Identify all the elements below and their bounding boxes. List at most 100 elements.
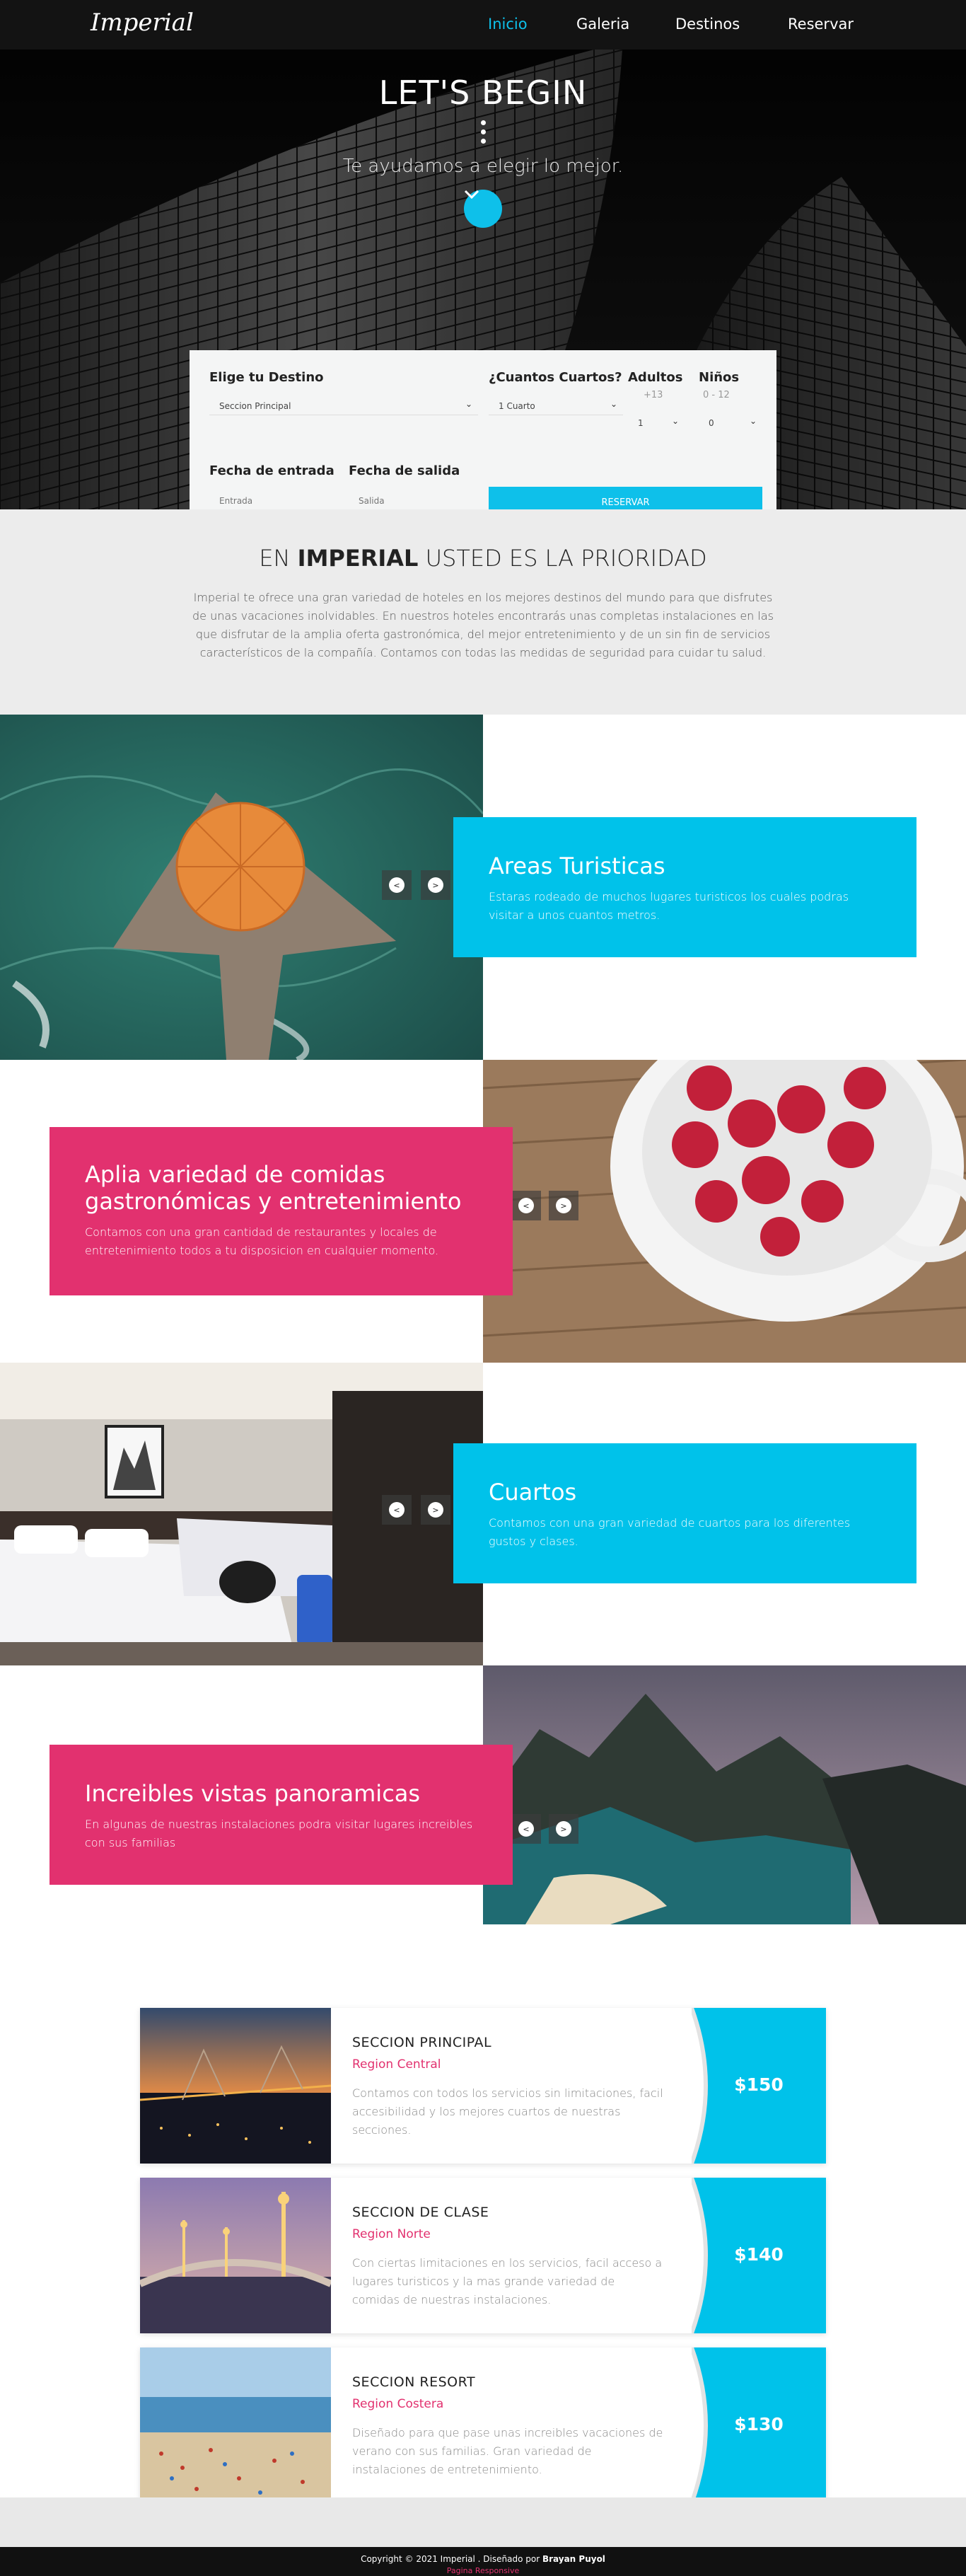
pricing-title: SECCION DE CLASE bbox=[352, 2205, 489, 2220]
entrada-date-input[interactable] bbox=[209, 490, 344, 509]
priority-title-brand: IMPERIAL bbox=[297, 545, 419, 572]
adultos-select-value: 1 bbox=[638, 418, 644, 428]
feature-image-room: < > bbox=[0, 1363, 483, 1665]
pricing-description: Contamos con todos los servicios sin lim… bbox=[352, 2086, 663, 2137]
carousel-next-button[interactable]: > bbox=[421, 870, 450, 900]
carousel-prev-button[interactable]: < bbox=[382, 870, 412, 900]
feature-card-cuartos: Cuartos Contamos con una gran variedad d… bbox=[453, 1443, 916, 1583]
chevron-down-icon: ⌄ bbox=[671, 416, 679, 426]
chevron-right-icon: > bbox=[556, 1198, 571, 1213]
hero-title: LET'S BEGIN bbox=[378, 74, 588, 112]
cuartos-select[interactable]: 1 Cuarto ⌄ bbox=[489, 395, 623, 415]
pricing-row[interactable]: SECCION RESORT Region Costera Diseñado p… bbox=[140, 2347, 826, 2503]
adultos-select[interactable]: 1 ⌄ bbox=[628, 412, 685, 432]
pricing-image-bridge-paris bbox=[140, 2178, 331, 2333]
chevron-down-icon: ⌄ bbox=[610, 399, 617, 409]
priority-title-pre: EN bbox=[259, 545, 298, 572]
chevron-down-icon: ⌄ bbox=[465, 399, 472, 409]
nav-link-inicio[interactable]: Inicio bbox=[488, 16, 528, 33]
chevron-right-icon: > bbox=[428, 877, 443, 893]
chevron-left-icon: < bbox=[518, 1821, 534, 1837]
feature-text: Estaras rodeado de muchos lugares turist… bbox=[489, 890, 849, 922]
carousel-next-button[interactable]: > bbox=[421, 1495, 450, 1525]
feature-text: Contamos con una gran cantidad de restau… bbox=[85, 1225, 439, 1257]
footer: Copyright © 2021 Imperial . Diseñado por… bbox=[0, 2547, 966, 2576]
chevron-down-icon: ⌄ bbox=[749, 416, 757, 426]
priority-text: Imperial te ofrece una gran variedad de … bbox=[192, 591, 774, 659]
ninos-hint: 0 - 12 bbox=[703, 390, 730, 400]
chevron-left-icon: < bbox=[389, 1502, 405, 1518]
priority-section: EN IMPERIAL USTED ES LA PRIORIDAD Imperi… bbox=[0, 509, 966, 715]
pricing-image-bridge-night bbox=[140, 2008, 331, 2164]
salida-label: Fecha de salida bbox=[349, 463, 460, 478]
destino-label: Elige tu Destino bbox=[209, 370, 324, 385]
carousel-next-button[interactable]: > bbox=[549, 1191, 578, 1220]
feature-image-pier: < > bbox=[0, 715, 483, 1060]
feature-title: Cuartos bbox=[489, 1479, 577, 1506]
destino-select-value: Seccion Principal bbox=[219, 401, 291, 411]
carousel-prev-button[interactable]: < bbox=[511, 1191, 541, 1220]
footer-credit[interactable]: Pagina Responsive bbox=[0, 2566, 966, 2575]
feature-image-raspberries: < > bbox=[483, 1060, 966, 1363]
hero-divider-dots bbox=[479, 120, 487, 148]
feature-title: Increibles vistas panoramicas bbox=[85, 1780, 421, 1807]
pricing-image-beach bbox=[140, 2347, 331, 2503]
feature-text: Contamos con una gran variedad de cuarto… bbox=[489, 1516, 851, 1548]
feature-title: Areas Turisticas bbox=[489, 853, 665, 879]
adultos-label: Adultos bbox=[628, 370, 683, 385]
pricing-row[interactable]: SECCION PRINCIPAL Region Central Contamo… bbox=[140, 2008, 826, 2164]
chevron-right-icon: > bbox=[556, 1821, 571, 1837]
chevron-left-icon: < bbox=[389, 877, 405, 893]
nav-link-galeria[interactable]: Galeria bbox=[576, 16, 629, 33]
nav-link-destinos[interactable]: Destinos bbox=[675, 16, 740, 33]
scroll-down-button[interactable] bbox=[464, 190, 502, 228]
feature-card-comidas: Aplia variedad de comidas gastronómicas … bbox=[50, 1127, 513, 1295]
priority-title: EN IMPERIAL USTED ES LA PRIORIDAD bbox=[0, 545, 966, 572]
pricing-section: SECCION PRINCIPAL Region Central Contamo… bbox=[0, 1924, 966, 2503]
reserve-button[interactable]: RESERVAR bbox=[489, 487, 762, 509]
booking-form: Elige tu Destino Seccion Principal ⌄ ¿Cua… bbox=[190, 350, 776, 509]
price-badge: $130 bbox=[692, 2347, 826, 2503]
feature-card-areas: Areas Turisticas Estaras rodeado de much… bbox=[453, 817, 916, 957]
pricing-description: Con ciertas limitaciones en los servicio… bbox=[352, 2256, 663, 2306]
destino-select[interactable]: Seccion Principal ⌄ bbox=[209, 395, 478, 415]
carousel-next-button[interactable]: > bbox=[549, 1814, 578, 1844]
price-amount: $140 bbox=[734, 2244, 784, 2265]
ninos-label: Niños bbox=[699, 370, 740, 385]
price-amount: $130 bbox=[734, 2414, 784, 2435]
brand-logo[interactable]: Imperial bbox=[91, 8, 194, 37]
nav-link-reservar[interactable]: Reservar bbox=[788, 16, 854, 33]
entrada-label: Fecha de entrada bbox=[209, 463, 334, 478]
price-badge: $140 bbox=[692, 2178, 826, 2333]
price-amount: $150 bbox=[734, 2074, 784, 2095]
chevron-down-icon bbox=[464, 190, 479, 200]
pricing-title: SECCION RESORT bbox=[352, 2374, 476, 2390]
pricing-region: Region Norte bbox=[352, 2227, 431, 2241]
hero-section: LET'S BEGIN Te ayudamos a elegir lo mejo… bbox=[0, 50, 966, 509]
cuartos-select-value: 1 Cuarto bbox=[499, 401, 535, 411]
chevron-left-icon: < bbox=[518, 1198, 534, 1213]
feature-title: Aplia variedad de comidas gastronómicas … bbox=[85, 1161, 462, 1215]
pricing-region: Region Costera bbox=[352, 2397, 444, 2411]
carousel-prev-button[interactable]: < bbox=[511, 1814, 541, 1844]
cuartos-label: ¿Cuantos Cuartos? bbox=[489, 370, 622, 385]
adultos-hint: +13 bbox=[644, 390, 663, 400]
pre-footer-band bbox=[0, 2497, 966, 2547]
carousel-prev-button[interactable]: < bbox=[382, 1495, 412, 1525]
feature-card-vistas: Increibles vistas panoramicas En algunas… bbox=[50, 1745, 513, 1885]
chevron-right-icon: > bbox=[428, 1502, 443, 1518]
ninos-select-value: 0 bbox=[709, 418, 714, 428]
hero-subtitle: Te ayudamos a elegir lo mejor. bbox=[342, 156, 624, 177]
salida-date-input[interactable] bbox=[349, 490, 483, 509]
navbar: Imperial Inicio Galeria Destinos Reserva… bbox=[0, 0, 966, 50]
priority-title-post: USTED ES LA PRIORIDAD bbox=[418, 545, 707, 572]
pricing-row[interactable]: SECCION DE CLASE Region Norte Con cierta… bbox=[140, 2178, 826, 2333]
pricing-region: Region Central bbox=[352, 2057, 441, 2072]
ninos-select[interactable]: 0 ⌄ bbox=[699, 412, 762, 432]
feature-image-panorama: < > bbox=[483, 1665, 966, 1924]
footer-copyright: Copyright © 2021 Imperial . Diseñado por bbox=[361, 2554, 542, 2564]
pricing-description: Diseñado para que pase unas increibles v… bbox=[352, 2426, 663, 2476]
footer-author[interactable]: Brayan Puyol bbox=[542, 2554, 605, 2564]
price-badge: $150 bbox=[692, 2008, 826, 2164]
feature-text: En algunas de nuestras instalaciones pod… bbox=[85, 1818, 473, 1849]
